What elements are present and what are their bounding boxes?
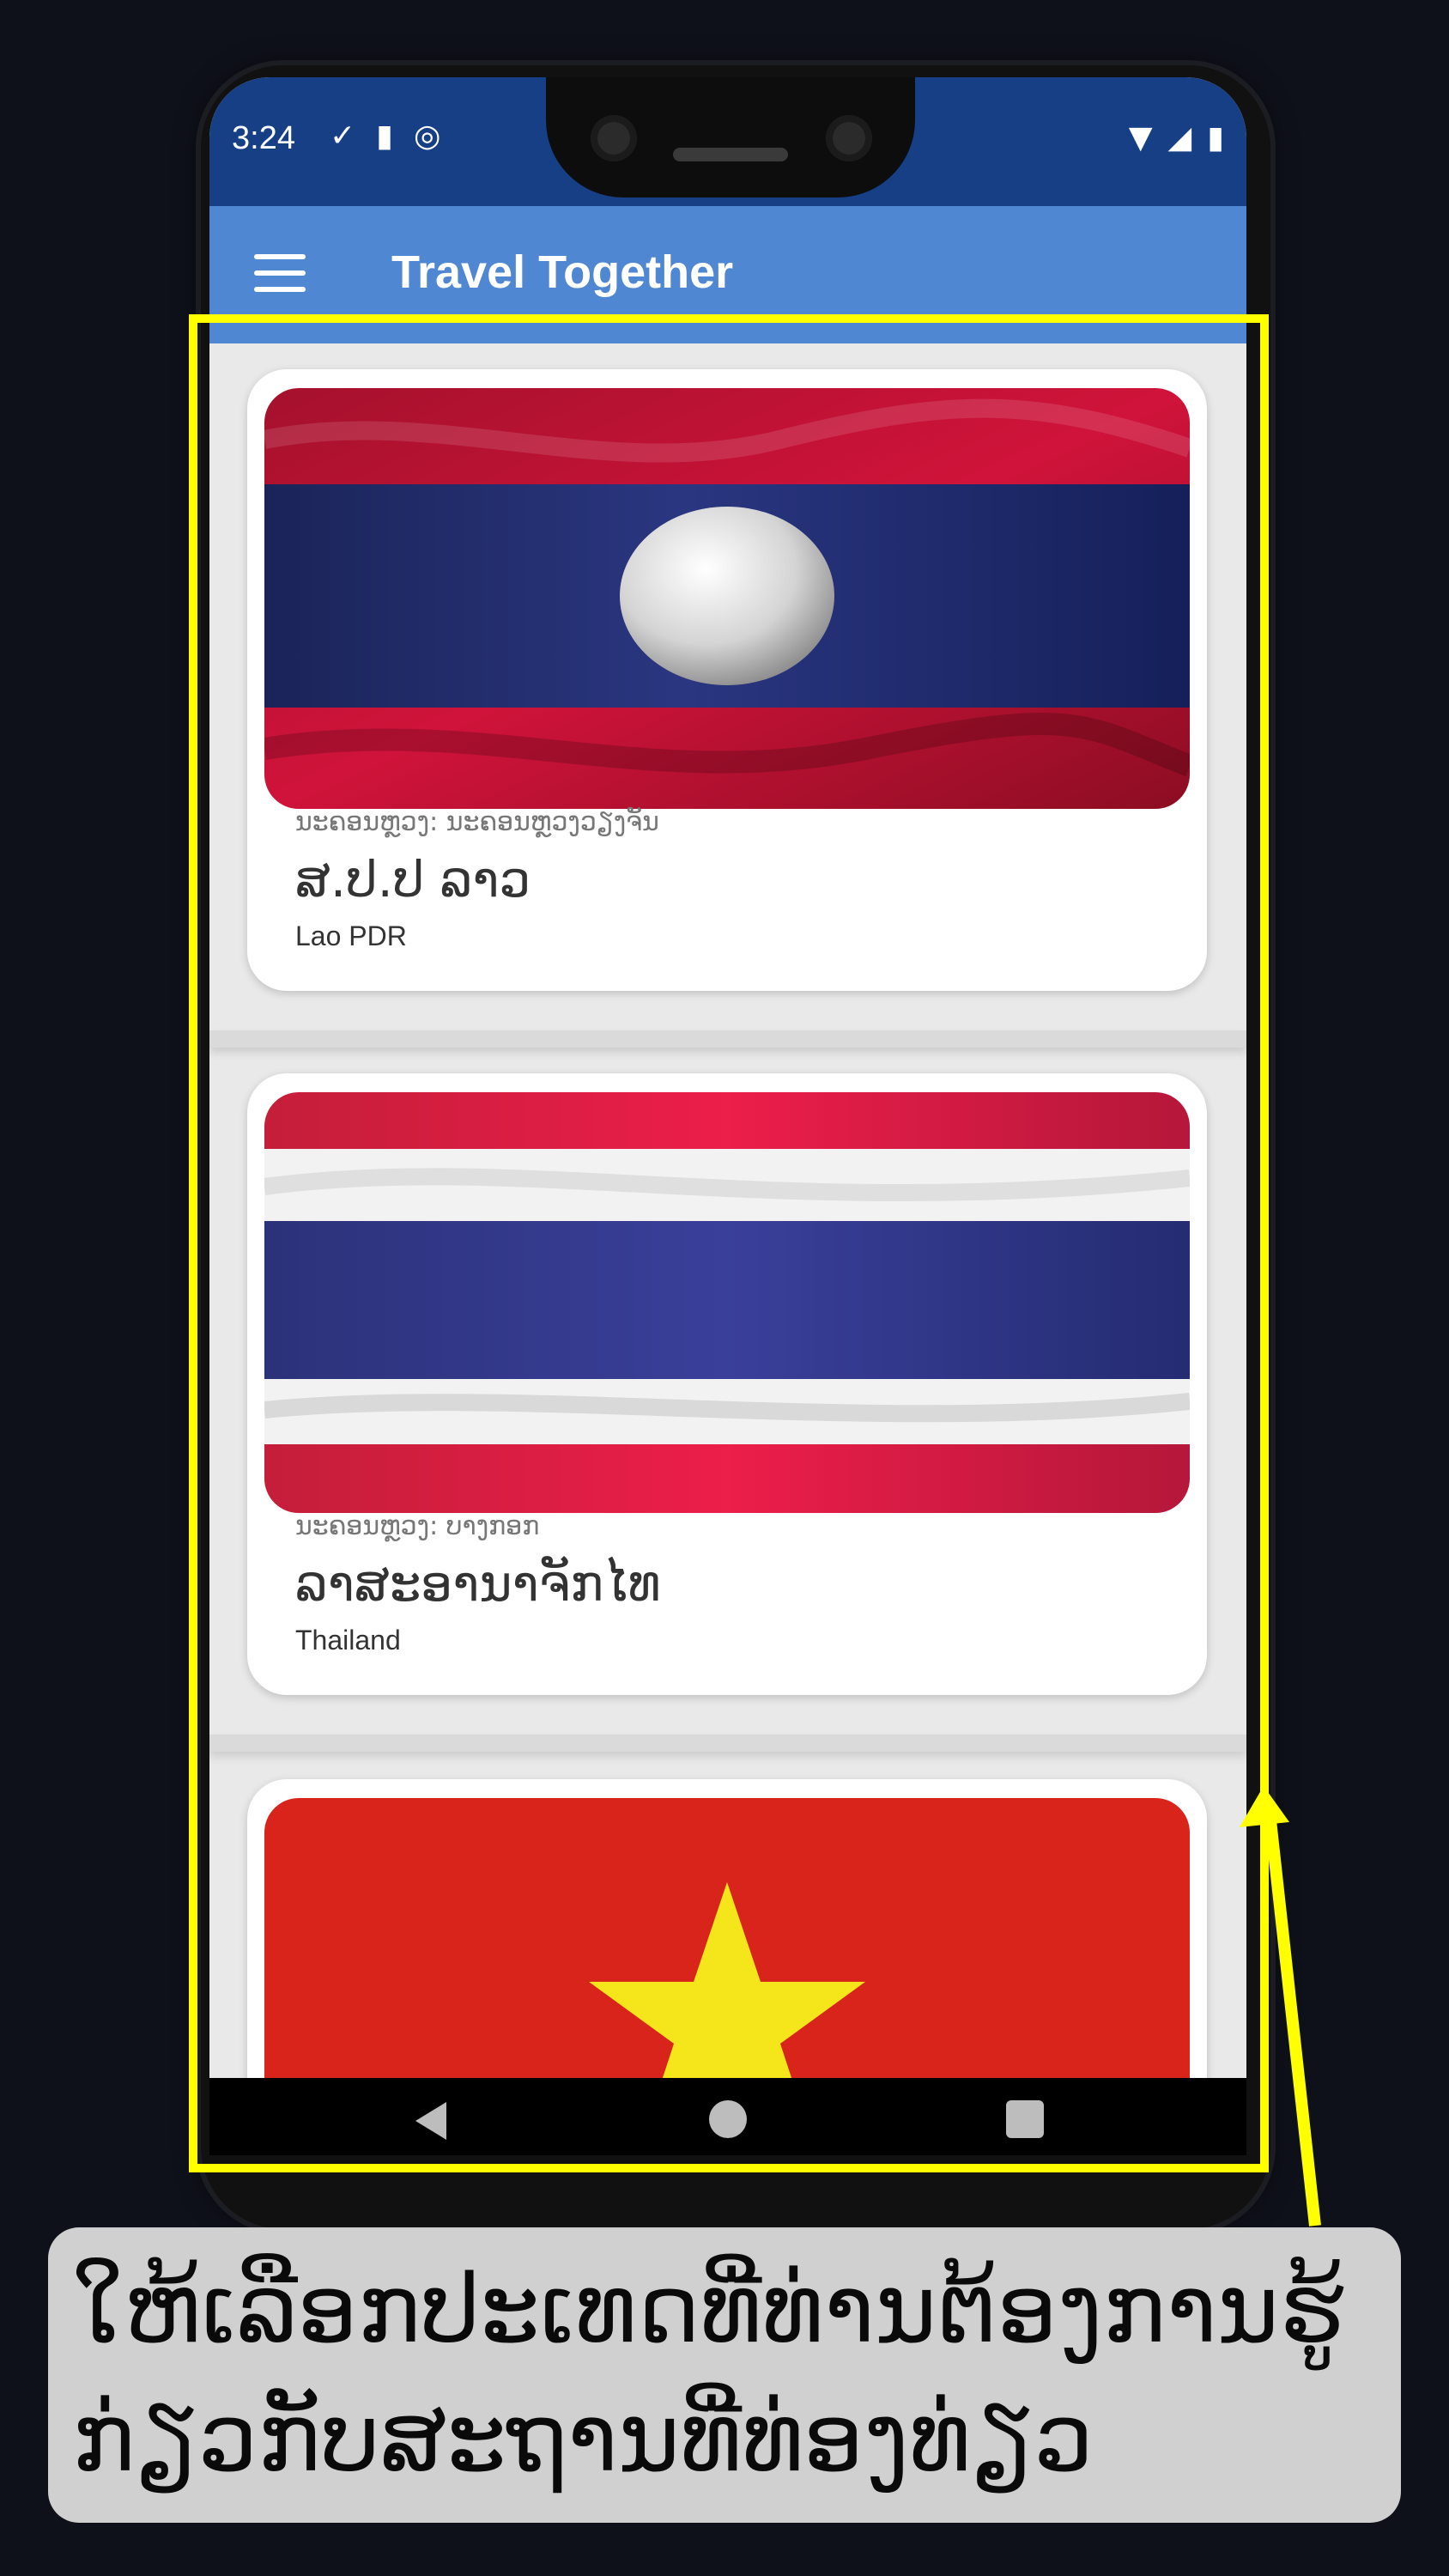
camera-notch — [546, 77, 915, 197]
status-icons-right: ▼ ◢ ▮ — [1129, 120, 1224, 155]
country-name-lao: ສ.ປ.ປ ລາວ — [295, 850, 531, 908]
check-download-icon: ✓ — [330, 118, 356, 154]
country-name-lao: ລາສະອານາຈັກໄທ — [295, 1554, 661, 1613]
battery-icon: ▮ — [1207, 120, 1224, 155]
app-bar: Travel Together — [209, 206, 1246, 343]
caption-line: ກ່ຽວກັບສະຖານທີ່ທ່ອງທ່ຽວ — [72, 2383, 1094, 2493]
sync-icon: ◎ — [413, 118, 441, 154]
app-title: Travel Together — [391, 246, 734, 298]
capital-label: ນະຄອນຫຼວງ: ນະຄອນຫຼວງວຽງຈັນ — [295, 807, 659, 837]
status-bar: 3:24 ✓ ▮ ◎ ▼ ◢ ▮ — [209, 77, 1246, 206]
list-divider — [209, 1735, 1246, 1752]
capital-label: ນະຄອນຫຼວງ: ບາງກອກ — [295, 1511, 540, 1541]
system-nav-bar — [209, 2078, 1246, 2155]
country-list[interactable]: ນະຄອນຫຼວງ: ນະຄອນຫຼວງວຽງຈັນ ສ.ປ.ປ ລາວ Lao… — [209, 343, 1246, 2155]
country-card-laos[interactable]: ນະຄອນຫຼວງ: ນະຄອນຫຼວງວຽງຈັນ ສ.ປ.ປ ລາວ Lao… — [247, 369, 1207, 991]
status-icons-left: ✓ ▮ ◎ — [330, 118, 440, 154]
recents-icon[interactable] — [1006, 2100, 1044, 2138]
list-divider — [209, 1030, 1246, 1048]
home-icon[interactable] — [709, 2100, 747, 2138]
phone-screen: 3:24 ✓ ▮ ◎ ▼ ◢ ▮ Travel Together ນະຄອນຫຼ… — [209, 77, 1246, 2155]
front-camera-icon — [591, 115, 637, 161]
lao-flag — [264, 388, 1190, 809]
country-name-en: Lao PDR — [295, 920, 407, 951]
signal-icon: ◢ — [1167, 120, 1192, 155]
caption-line: ໃຫ້ເລືອກປະເທດທີ່ທ່ານຕ້ອງການຮູ້ — [72, 2254, 1344, 2364]
hamburger-menu-icon[interactable] — [254, 254, 306, 292]
status-time: 3:24 — [232, 120, 295, 156]
earpiece-speaker — [673, 148, 788, 161]
country-card-thailand[interactable]: ນະຄອນຫຼວງ: ບາງກອກ ລາສະອານາຈັກໄທ Thailand — [247, 1073, 1207, 1695]
sd-card-icon: ▮ — [376, 118, 393, 154]
front-camera-icon — [826, 115, 872, 161]
wifi-icon: ▼ — [1128, 120, 1153, 155]
country-name-en: Thailand — [295, 1625, 401, 1656]
thailand-flag — [264, 1092, 1190, 1513]
instruction-caption: ໃຫ້ເລືອກປະເທດທີ່ທ່ານຕ້ອງການຮູ້ ກ່ຽວກັບສະ… — [48, 2227, 1401, 2523]
back-icon[interactable] — [415, 2102, 446, 2140]
